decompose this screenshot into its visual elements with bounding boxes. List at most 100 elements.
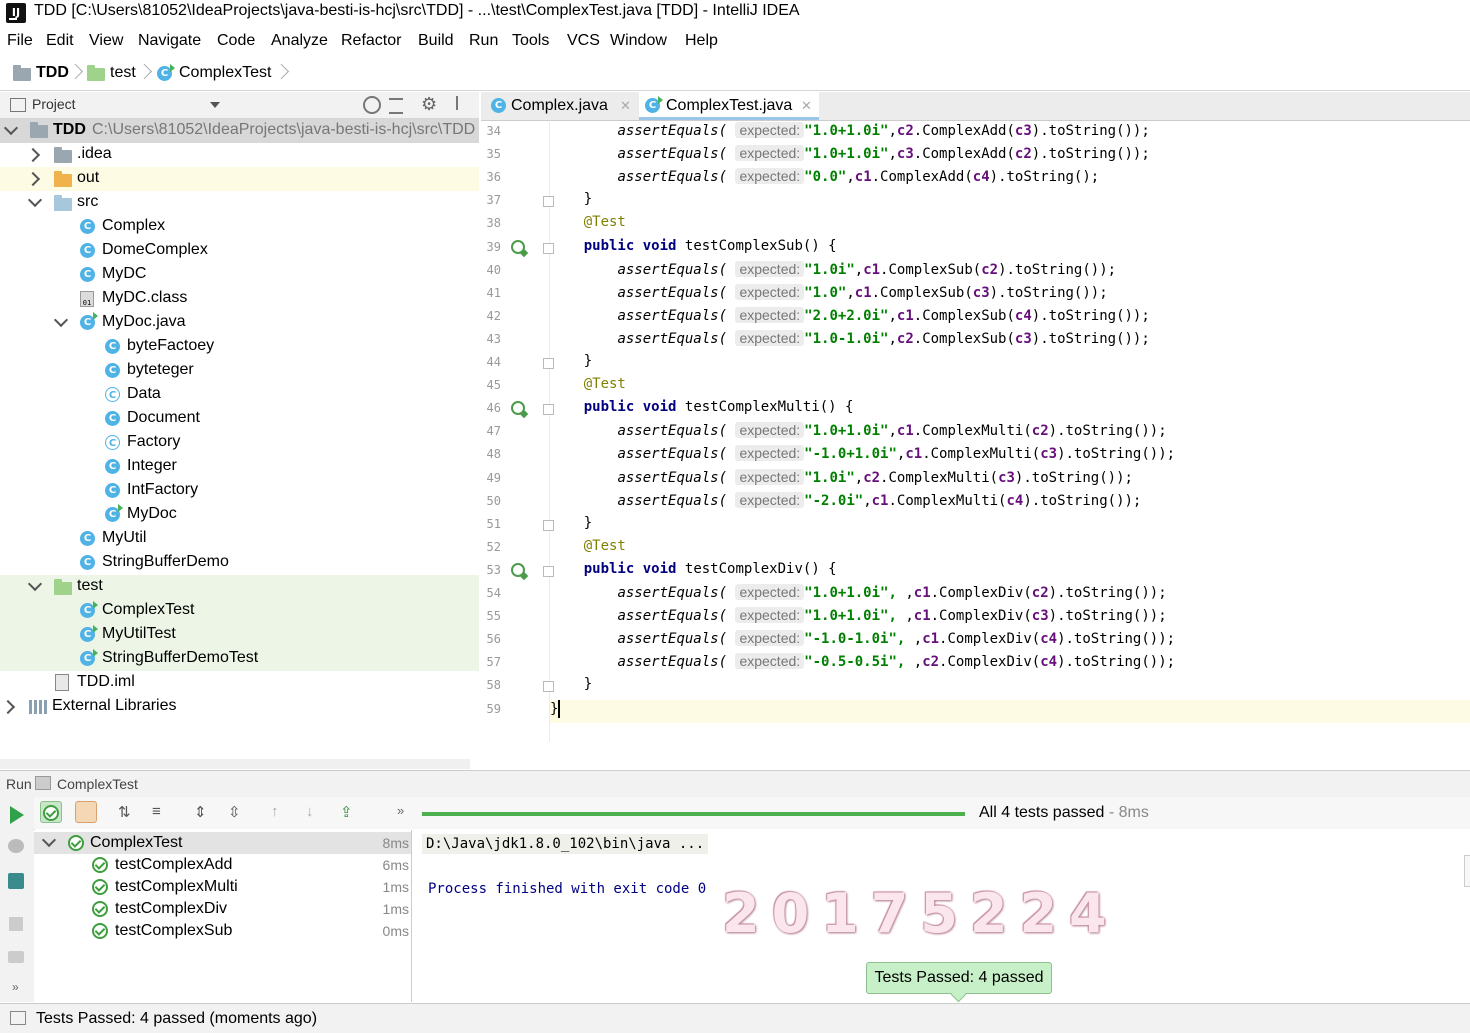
chevron-down-icon[interactable]: [41, 832, 57, 848]
toggle-autotest-icon[interactable]: [8, 873, 24, 889]
menu-build[interactable]: Build: [418, 32, 454, 50]
menu-vcs[interactable]: VCS: [567, 32, 600, 50]
menu-edit[interactable]: Edit: [46, 32, 74, 50]
menu-window[interactable]: Window: [610, 32, 667, 50]
run-test-icon[interactable]: [511, 562, 525, 577]
tree-item-document[interactable]: C Document: [0, 407, 479, 431]
tool-window-toggle-icon[interactable]: [10, 1011, 26, 1025]
tree-item-byteteger[interactable]: C byteteger: [0, 359, 479, 383]
tree-item-mydoc-java[interactable]: C MyDoc.java: [0, 311, 479, 335]
code-line[interactable]: assertEquals( expected: "-1.0-1.0i", ,c1.…: [550, 630, 1470, 653]
menu-navigate[interactable]: Navigate: [138, 32, 201, 50]
close-icon[interactable]: ✕: [620, 98, 631, 114]
code-line[interactable]: }: [550, 699, 1470, 723]
code-line[interactable]: public void testComplexSub() {: [550, 238, 1470, 261]
code-line[interactable]: assertEquals( expected: "1.0",c1.ComplexS…: [550, 283, 1470, 307]
tests-passed-balloon[interactable]: Tests Passed: 4 passed: [866, 962, 1052, 994]
tree-item-myutiltest[interactable]: C MyUtilTest: [0, 623, 479, 647]
code-line[interactable]: assertEquals( expected: "1.0i",c1.Complex…: [550, 260, 1470, 284]
tree-item-src[interactable]: src: [0, 191, 479, 215]
chevron-down-icon[interactable]: [27, 576, 43, 592]
code-line[interactable]: @Test: [550, 214, 1470, 237]
chevron-right-icon[interactable]: [0, 699, 16, 715]
test-row[interactable]: testComplexDiv 1ms: [34, 898, 411, 920]
hide-panel-icon[interactable]: [456, 96, 470, 110]
rerun-icon[interactable]: [10, 806, 24, 824]
menu-file[interactable]: File: [7, 32, 33, 50]
run-test-icon[interactable]: [511, 239, 525, 254]
menu-tools[interactable]: Tools: [512, 32, 549, 50]
code-line[interactable]: assertEquals( expected: "-1.0+1.0i",c1.Co…: [550, 445, 1470, 468]
chevron-right-icon[interactable]: [25, 147, 41, 163]
tree-item-bytefactoey[interactable]: C byteFactoey: [0, 335, 479, 359]
test-row[interactable]: testComplexMulti 1ms: [34, 876, 411, 898]
code-line[interactable]: assertEquals( expected: "0.0",c1.ComplexA…: [550, 168, 1470, 191]
code-line[interactable]: assertEquals( expected: "1.0+1.0i", ,c1.C…: [550, 607, 1470, 630]
tree-item-mydc-class[interactable]: 01 MyDC.class: [0, 287, 479, 311]
menu-code[interactable]: Code: [217, 32, 255, 50]
code-line[interactable]: assertEquals( expected: "-0.5-0.5i", ,c2.…: [550, 653, 1470, 676]
test-suite-row[interactable]: ComplexTest 8ms: [34, 832, 411, 854]
tree-item-data[interactable]: C Data: [0, 383, 479, 407]
code-line[interactable]: assertEquals( expected: "1.0i",c2.Complex…: [550, 468, 1470, 492]
rerun-failed-icon[interactable]: [8, 839, 24, 853]
menu-view[interactable]: View: [89, 32, 123, 50]
code-line[interactable]: public void testComplexMulti() {: [550, 399, 1470, 422]
menu-analyze[interactable]: Analyze: [271, 32, 328, 50]
run-config-name[interactable]: ComplexTest: [57, 776, 138, 792]
tree-item-test[interactable]: test: [0, 575, 479, 599]
console-command-line[interactable]: D:\Java\jdk1.8.0_102\bin\java ...: [422, 834, 709, 854]
locate-file-icon[interactable]: [363, 96, 381, 114]
dropdown-arrow-icon[interactable]: [210, 102, 220, 108]
tree-item-factory[interactable]: C Factory: [0, 431, 479, 455]
project-horizontal-scrollbar[interactable]: [0, 759, 470, 769]
more-icon[interactable]: »: [12, 980, 19, 994]
tree-item-integer[interactable]: C Integer: [0, 455, 479, 479]
code-line[interactable]: assertEquals( expected: "1.0-1.0i",c2.Com…: [550, 329, 1470, 353]
collapse-all-icon[interactable]: [389, 98, 403, 114]
expand-all-icon[interactable]: ⇕: [194, 803, 214, 823]
test-row[interactable]: testComplexAdd 6ms: [34, 854, 411, 876]
console-side-scroll[interactable]: [1464, 855, 1470, 887]
chevron-right-icon[interactable]: [25, 171, 41, 187]
code-line[interactable]: }: [550, 515, 1470, 538]
code-line[interactable]: @Test: [550, 538, 1470, 561]
menu-help[interactable]: Help: [685, 32, 718, 50]
tree-item-idea[interactable]: .idea: [0, 143, 479, 167]
next-failed-icon[interactable]: ↓: [306, 803, 326, 823]
code-line[interactable]: public void testComplexDiv() {: [550, 561, 1470, 584]
tree-item-out[interactable]: out: [0, 167, 479, 191]
tree-item-complex[interactable]: C Complex: [0, 215, 479, 239]
code-line[interactable]: assertEquals( expected: "1.0+1.0i",c1.Com…: [550, 422, 1470, 445]
code-line[interactable]: }: [550, 191, 1470, 214]
code-line[interactable]: @Test: [550, 376, 1470, 399]
sort-duration-icon[interactable]: ≡: [152, 803, 172, 823]
breadcrumb-complextest[interactable]: ComplexTest: [179, 64, 271, 82]
tree-item-stringbufferdemotest[interactable]: C StringBufferDemoTest: [0, 647, 479, 671]
tree-item-domecomplex[interactable]: C DomeComplex: [0, 239, 479, 263]
tree-item-external-libraries[interactable]: External Libraries: [0, 695, 479, 719]
tree-item-tdd[interactable]: TDD C:\Users\81052\IdeaProjects\java-bes…: [0, 119, 479, 143]
more-actions-icon[interactable]: »: [397, 803, 417, 823]
export-results-icon[interactable]: ⇪: [340, 803, 360, 823]
code-editor[interactable]: assertEquals( expected: "1.0+1.0i",c2.Com…: [550, 122, 1470, 742]
tab-complextest-java[interactable]: C ComplexTest.java ✕: [639, 92, 819, 120]
stop-icon[interactable]: [9, 917, 23, 931]
tab-complex-java[interactable]: C Complex.java ✕: [487, 92, 635, 120]
code-line[interactable]: assertEquals( expected: "2.0+2.0i",c1.Com…: [550, 306, 1470, 330]
chevron-down-icon[interactable]: [27, 192, 43, 208]
breadcrumb-test[interactable]: test: [110, 64, 136, 82]
code-line[interactable]: }: [550, 353, 1470, 376]
tree-item-myutil[interactable]: C MyUtil: [0, 527, 479, 551]
code-line[interactable]: assertEquals( expected: "-2.0i",c1.Comple…: [550, 491, 1470, 515]
chevron-down-icon[interactable]: [53, 312, 69, 328]
menu-run[interactable]: Run: [469, 32, 498, 50]
project-view-selector[interactable]: Project: [32, 96, 76, 112]
sort-alpha-icon[interactable]: ⇅: [118, 803, 138, 823]
test-row[interactable]: testComplexSub 0ms: [34, 920, 411, 942]
tree-item-stringbufferdemo[interactable]: C StringBufferDemo: [0, 551, 479, 575]
tree-item-mydoc[interactable]: C MyDoc: [0, 503, 479, 527]
tree-item-mydc[interactable]: C MyDC: [0, 263, 479, 287]
close-icon[interactable]: ✕: [801, 98, 812, 114]
gear-icon[interactable]: ⚙: [421, 94, 437, 115]
